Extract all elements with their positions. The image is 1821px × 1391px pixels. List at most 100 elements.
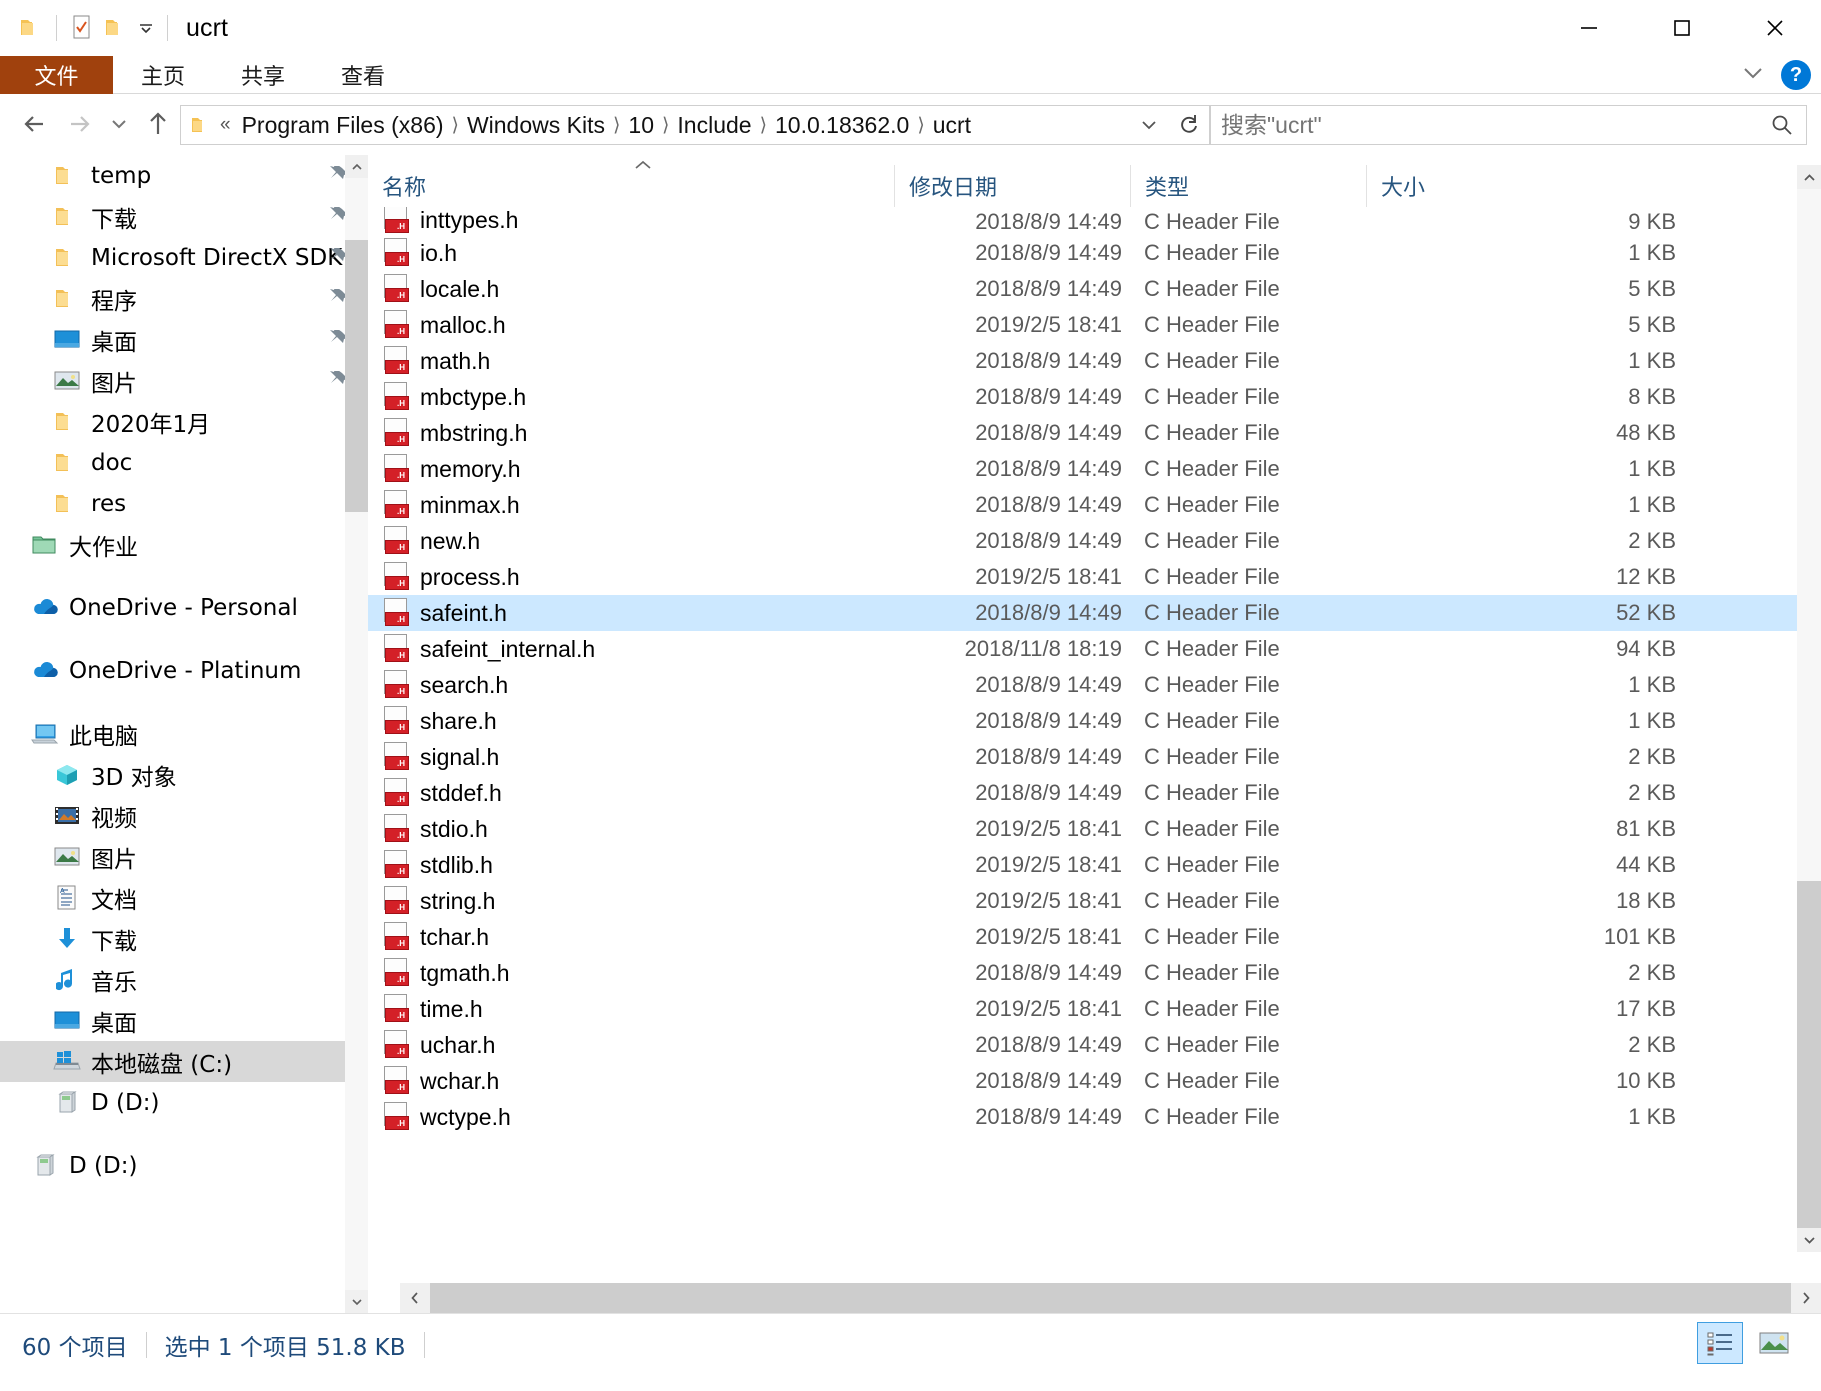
hscroll-left-icon[interactable] [400,1283,430,1313]
sidebar-item-7[interactable]: doc [0,442,368,483]
customize-quick-access-icon[interactable] [133,10,159,46]
table-row[interactable]: .H memory.h 2018/8/9 14:49 C Header File 1 K… [368,451,1797,487]
table-row[interactable]: .H malloc.h 2019/2/5 18:41 C Header File 5 K… [368,307,1797,343]
sidebar-item-0[interactable]: D (D:) [0,1145,368,1186]
breadcrumb-item-2[interactable]: 10 [622,106,660,144]
sidebar-item-6[interactable]: 音乐 [0,959,368,1000]
search-box[interactable] [1210,105,1807,145]
sidebar-item-0[interactable]: 此电脑 [0,713,368,754]
forward-button[interactable] [58,102,102,146]
table-row[interactable]: .H safeint.h 2018/8/9 14:49 C Header File 52… [368,595,1797,631]
table-row[interactable]: .H signal.h 2018/8/9 14:49 C Header File 2 K… [368,739,1797,775]
breadcrumb-item-4[interactable]: 10.0.18362.0 [769,106,915,144]
breadcrumb-item-1[interactable]: Windows Kits [461,106,611,144]
table-row[interactable]: .H tgmath.h 2018/8/9 14:49 C Header File 2 K… [368,955,1797,991]
sidebar-item-0[interactable]: OneDrive - Personal [0,587,368,628]
maximize-button[interactable] [1635,0,1728,56]
help-button[interactable]: ? [1781,60,1811,90]
table-row[interactable]: .H time.h 2019/2/5 18:41 C Header File 17 KB [368,991,1797,1027]
file-scroll-up-icon[interactable] [1797,165,1821,189]
sidebar-item-9[interactable]: D (D:) [0,1082,368,1123]
table-row[interactable]: .H process.h 2019/2/5 18:41 C Header File 12… [368,559,1797,595]
breadcrumb-separator-icon[interactable]: ⟩ [660,114,671,137]
column-header-type[interactable]: 类型 [1130,165,1366,207]
recent-locations-icon[interactable] [102,102,136,146]
sidebar-item-7[interactable]: 桌面 [0,1000,368,1041]
table-row[interactable]: .H stddef.h 2018/8/9 14:49 C Header File 2 K… [368,775,1797,811]
close-button[interactable] [1728,0,1821,56]
hscrollbar-thumb[interactable] [430,1283,1791,1313]
table-row[interactable]: .H tchar.h 2019/2/5 18:41 C Header File 101 … [368,919,1797,955]
table-row[interactable]: .H mbctype.h 2018/8/9 14:49 C Header File 8 … [368,379,1797,415]
table-row[interactable]: .H safeint_internal.h 2018/11/8 18:19 C Hea… [368,631,1797,667]
minimize-button[interactable] [1542,0,1635,56]
tab-file[interactable]: 文件 [0,56,113,94]
sidebar-item-6[interactable]: 2020年1月 [0,401,368,442]
nav-scroll-down-icon[interactable] [345,1290,368,1313]
breadcrumb-separator-icon[interactable]: ⟩ [758,114,769,137]
table-row[interactable]: .H string.h 2019/2/5 18:41 C Header File 18 … [368,883,1797,919]
table-row[interactable]: .H wctype.h 2018/8/9 14:49 C Header File 1 K… [368,1099,1797,1135]
table-row[interactable]: .H stdlib.h 2019/2/5 18:41 C Header File 44 … [368,847,1797,883]
sidebar-item-0[interactable]: temp [0,155,368,196]
breadcrumb-separator-icon[interactable]: ⟩ [915,114,926,137]
sidebar-item-5[interactable]: 下载 [0,918,368,959]
up-button[interactable] [136,102,180,146]
sidebar-item-5[interactable]: 图片 [0,360,368,401]
breadcrumb-overflow[interactable]: « [215,114,236,136]
file-scrollbar-thumb[interactable] [1797,881,1821,1229]
column-header-date[interactable]: 修改日期 [894,165,1130,207]
details-view-button[interactable] [1697,1322,1743,1364]
nav-scrollbar-thumb[interactable] [345,240,368,512]
tab-view[interactable]: 查看 [313,56,413,94]
file-scroll-down-icon[interactable] [1797,1228,1821,1252]
breadcrumb-separator-icon[interactable]: ⟩ [611,114,622,137]
table-row[interactable]: .H stdio.h 2019/2/5 18:41 C Header File 81 K… [368,811,1797,847]
sidebar-item-8[interactable]: res [0,483,368,524]
tab-home[interactable]: 主页 [113,56,213,94]
sidebar-item-4[interactable]: A 文档 [0,877,368,918]
table-row[interactable]: .H new.h 2018/8/9 14:49 C Header File 2 KB [368,523,1797,559]
search-input[interactable] [1211,111,1758,139]
properties-icon[interactable] [65,10,99,46]
column-header-size[interactable]: 大小 [1366,165,1621,207]
table-row[interactable]: .H math.h 2018/8/9 14:49 C Header File 1 KB [368,343,1797,379]
back-button[interactable] [14,102,58,146]
large-icons-view-button[interactable] [1751,1322,1797,1364]
table-row[interactable]: .H minmax.h 2018/8/9 14:49 C Header File 1 K… [368,487,1797,523]
tab-share[interactable]: 共享 [213,56,313,94]
hscroll-right-icon[interactable] [1791,1283,1821,1313]
address-dropdown-icon[interactable] [1129,106,1169,144]
table-row[interactable]: .H io.h 2018/8/9 14:49 C Header File 1 KB [368,235,1797,271]
navigation-scrollbar[interactable] [345,155,368,1313]
table-row[interactable]: .H inttypes.h 2018/8/9 14:49 C Header File 9… [368,207,1797,235]
file-list-horizontal-scrollbar[interactable] [400,1283,1821,1313]
sidebar-item-8[interactable]: 本地磁盘 (C:) [0,1041,368,1082]
table-row[interactable]: .H search.h 2018/8/9 14:49 C Header File 1 K… [368,667,1797,703]
new-folder-icon[interactable] [99,10,133,46]
table-row[interactable]: .H mbstring.h 2018/8/9 14:49 C Header File 4… [368,415,1797,451]
breadcrumb-item-0[interactable]: Program Files (x86) [236,106,450,144]
search-icon[interactable] [1758,112,1806,138]
table-row[interactable]: .H uchar.h 2018/8/9 14:49 C Header File 2 KB [368,1027,1797,1063]
sidebar-item-3[interactable]: 程序 [0,278,368,319]
sidebar-item-2[interactable]: Microsoft DirectX SDK (Ju [0,237,368,278]
sidebar-item-4[interactable]: 桌面 [0,319,368,360]
breadcrumb-item-5[interactable]: ucrt [927,106,977,144]
minimize-ribbon-icon[interactable] [1739,64,1767,87]
column-header-name[interactable]: 名称 [368,165,894,207]
file-list-scrollbar[interactable] [1797,165,1821,1252]
table-row[interactable]: .H wchar.h 2018/8/9 14:49 C Header File 10 K… [368,1063,1797,1099]
breadcrumb-item-3[interactable]: Include [671,106,757,144]
sidebar-item-1[interactable]: 下载 [0,196,368,237]
sidebar-item-3[interactable]: 图片 [0,836,368,877]
table-row[interactable]: .H share.h 2018/8/9 14:49 C Header File 1 KB [368,703,1797,739]
folder-icon[interactable] [14,10,48,46]
sidebar-item-2[interactable]: 视频 [0,795,368,836]
refresh-button[interactable] [1168,105,1210,145]
address-bar[interactable]: « Program Files (x86) ⟩ Windows Kits ⟩ 1… [180,105,1170,145]
sidebar-item-9[interactable]: 大作业 [0,524,368,565]
sidebar-item-0[interactable]: OneDrive - Platinum [0,650,368,691]
sidebar-item-1[interactable]: 3D 对象 [0,754,368,795]
table-row[interactable]: .H locale.h 2018/8/9 14:49 C Header File 5 K… [368,271,1797,307]
